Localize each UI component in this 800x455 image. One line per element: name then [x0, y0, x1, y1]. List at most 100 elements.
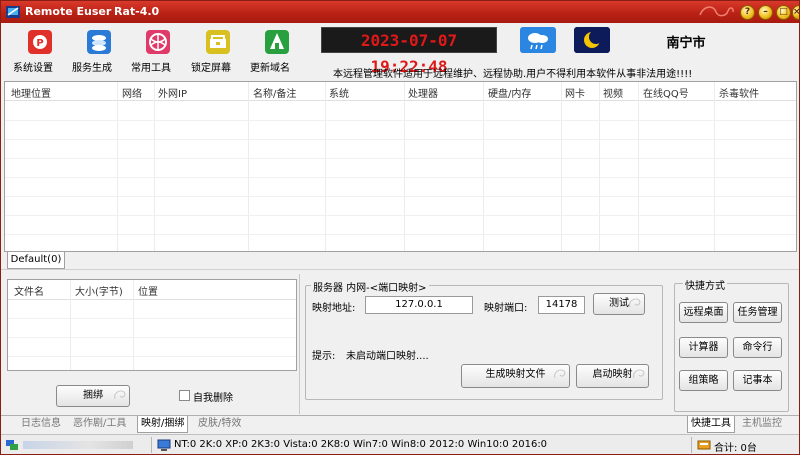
shortcuts-group-title: 快捷方式 [683, 277, 727, 292]
toolbar-lock-screen-button[interactable]: 锁定屏幕 [191, 29, 245, 74]
toolbar-label: 锁定屏幕 [191, 63, 231, 74]
status-separator [691, 437, 692, 453]
column-header[interactable]: 杀毒软件 [719, 85, 759, 100]
digital-clock: 2023-07-07 19:22:48 [321, 27, 497, 76]
grid-line [561, 82, 562, 251]
grid-line [325, 82, 326, 251]
group-policy-button[interactable]: 组策略 [679, 370, 728, 391]
column-header[interactable]: 处理器 [408, 85, 438, 100]
close-button[interactable]: × [792, 5, 799, 20]
grid-line [5, 158, 796, 159]
column-header[interactable]: 大小(字节) [75, 283, 123, 298]
hint-label: 提示: [312, 351, 336, 362]
test-button[interactable]: 测试 [593, 293, 645, 315]
column-header[interactable]: 视频 [603, 85, 623, 100]
app-logo-icon [6, 6, 20, 18]
os-count-summary: NT:0 2K:0 XP:0 2K3:0 Vista:0 2K8:0 Win7:… [174, 439, 548, 450]
app-name: Remote Euser [25, 5, 112, 18]
grid-line [133, 280, 134, 370]
task-manager-label: 任务管理 [737, 307, 778, 318]
service-icon [87, 30, 111, 54]
usage-notice: 本远程管理软件适用于远程维护、远程协助.用户不得利用本软件从事非法用途!!!! [333, 69, 693, 80]
city-label: 南宁市 [666, 36, 706, 51]
maximize-button[interactable]: □ [776, 5, 791, 20]
swirl-decoration-icon [629, 298, 641, 308]
bottom-tab-bar: 日志信息 恶作剧/工具 映射/捆绑 皮肤/特效 快捷工具 主机监控 [1, 415, 799, 433]
settings-icon: P [28, 30, 52, 54]
hint-text: 未启动端口映射.... [346, 351, 429, 362]
toolbar-tools-button[interactable]: 常用工具 [131, 29, 185, 74]
help-button[interactable]: ? [740, 5, 755, 20]
toolbar-label: 服务生成 [72, 63, 112, 74]
grid-line [8, 299, 296, 300]
group-tab-default[interactable]: Default(0) [7, 252, 65, 269]
panel-separator [1, 269, 799, 274]
calculator-label: 计算器 [688, 342, 719, 353]
mapping-address-label: 映射地址: [312, 303, 356, 314]
decorative-swirl-icon [699, 6, 734, 17]
tab-host-monitor[interactable]: 主机监控 [742, 416, 782, 433]
toolbar-service-button[interactable]: 服务生成 [72, 29, 126, 74]
computer-icon [157, 439, 171, 451]
status-bar: NT:0 2K:0 XP:0 2K3:0 Vista:0 2K8:0 Win7:… [1, 434, 799, 454]
column-header[interactable]: 在线QQ号 [643, 85, 689, 100]
svg-text:P: P [36, 38, 43, 49]
grid-line [599, 82, 600, 251]
title-bar[interactable]: Remote Euser Rat-4.0 ? – □ × [1, 1, 799, 23]
bind-file-list[interactable]: 文件名 大小(字节) 位置 [7, 279, 297, 371]
toolbar-label: 系统设置 [13, 63, 53, 74]
app-version: Rat-4.0 [114, 5, 160, 18]
swirl-decoration-icon [554, 369, 566, 379]
generate-mapping-file-label: 生成映射文件 [485, 369, 546, 380]
grid-line [8, 318, 296, 319]
notepad-button[interactable]: 记事本 [733, 370, 782, 391]
grid-line [5, 139, 796, 140]
mapping-port-field[interactable]: 14178 [538, 296, 585, 314]
column-header[interactable]: 位置 [138, 283, 158, 298]
swirl-decoration-icon [114, 390, 126, 400]
blurred-ip-field [23, 441, 133, 449]
grid-line [404, 82, 405, 251]
column-header[interactable]: 地理位置 [11, 85, 51, 100]
status-separator [151, 437, 152, 453]
mapping-address-field[interactable]: 127.0.0.1 [365, 296, 473, 314]
grid-line [483, 82, 484, 251]
self-delete-label: 自我删除 [193, 393, 233, 404]
generate-mapping-file-button[interactable]: 生成映射文件 [461, 364, 570, 388]
toolbar-update-domain-button[interactable]: 更新域名 [250, 29, 304, 74]
tools-icon [146, 30, 170, 54]
grid-line [154, 82, 155, 251]
bind-button[interactable]: 捆绑 [56, 385, 130, 407]
self-delete-checkbox[interactable] [179, 390, 190, 401]
tab-skin-effects[interactable]: 皮肤/特效 [198, 416, 241, 433]
tab-log-info[interactable]: 日志信息 [21, 416, 61, 433]
task-manager-button[interactable]: 任务管理 [733, 302, 782, 323]
command-line-button[interactable]: 命令行 [733, 337, 782, 358]
grid-line [5, 234, 796, 235]
toolbar-label: 常用工具 [131, 63, 171, 74]
tab-prank-tools[interactable]: 恶作剧/工具 [73, 416, 126, 433]
start-mapping-button[interactable]: 启动映射 [576, 364, 649, 388]
column-header[interactable]: 硬盘/内存 [488, 85, 531, 100]
column-header[interactable]: 文件名 [14, 283, 44, 298]
column-header[interactable]: 网卡 [565, 85, 585, 100]
remote-desktop-label: 远程桌面 [683, 307, 724, 318]
column-header[interactable]: 系统 [329, 85, 349, 100]
port-mapping-group-title: 服务器 内网-<端口映射> [311, 279, 429, 294]
grid-line [5, 196, 796, 197]
column-header[interactable]: 名称/备注 [253, 85, 296, 100]
toolbar-settings-button[interactable]: P 系统设置 [13, 29, 67, 74]
calculator-button[interactable]: 计算器 [679, 337, 728, 358]
command-line-label: 命令行 [742, 342, 773, 353]
tab-mapping-bind[interactable]: 映射/捆绑 [137, 416, 189, 433]
main-window: Remote Euser Rat-4.0 ? – □ × P 系统设置 服务生成… [0, 0, 800, 455]
grid-line [8, 356, 296, 357]
host-list[interactable]: 地理位置 网络 外网IP 名称/备注 系统 处理器 硬盘/内存 网卡 视频 在线… [4, 81, 797, 252]
minimize-button[interactable]: – [758, 5, 773, 20]
remote-desktop-button[interactable]: 远程桌面 [679, 302, 728, 323]
column-header[interactable]: 网络 [122, 85, 142, 100]
column-header[interactable]: 外网IP [158, 85, 187, 100]
tab-quick-tools[interactable]: 快捷工具 [687, 416, 735, 433]
lock-screen-icon [206, 30, 230, 54]
total-hosts-icon [697, 440, 711, 450]
